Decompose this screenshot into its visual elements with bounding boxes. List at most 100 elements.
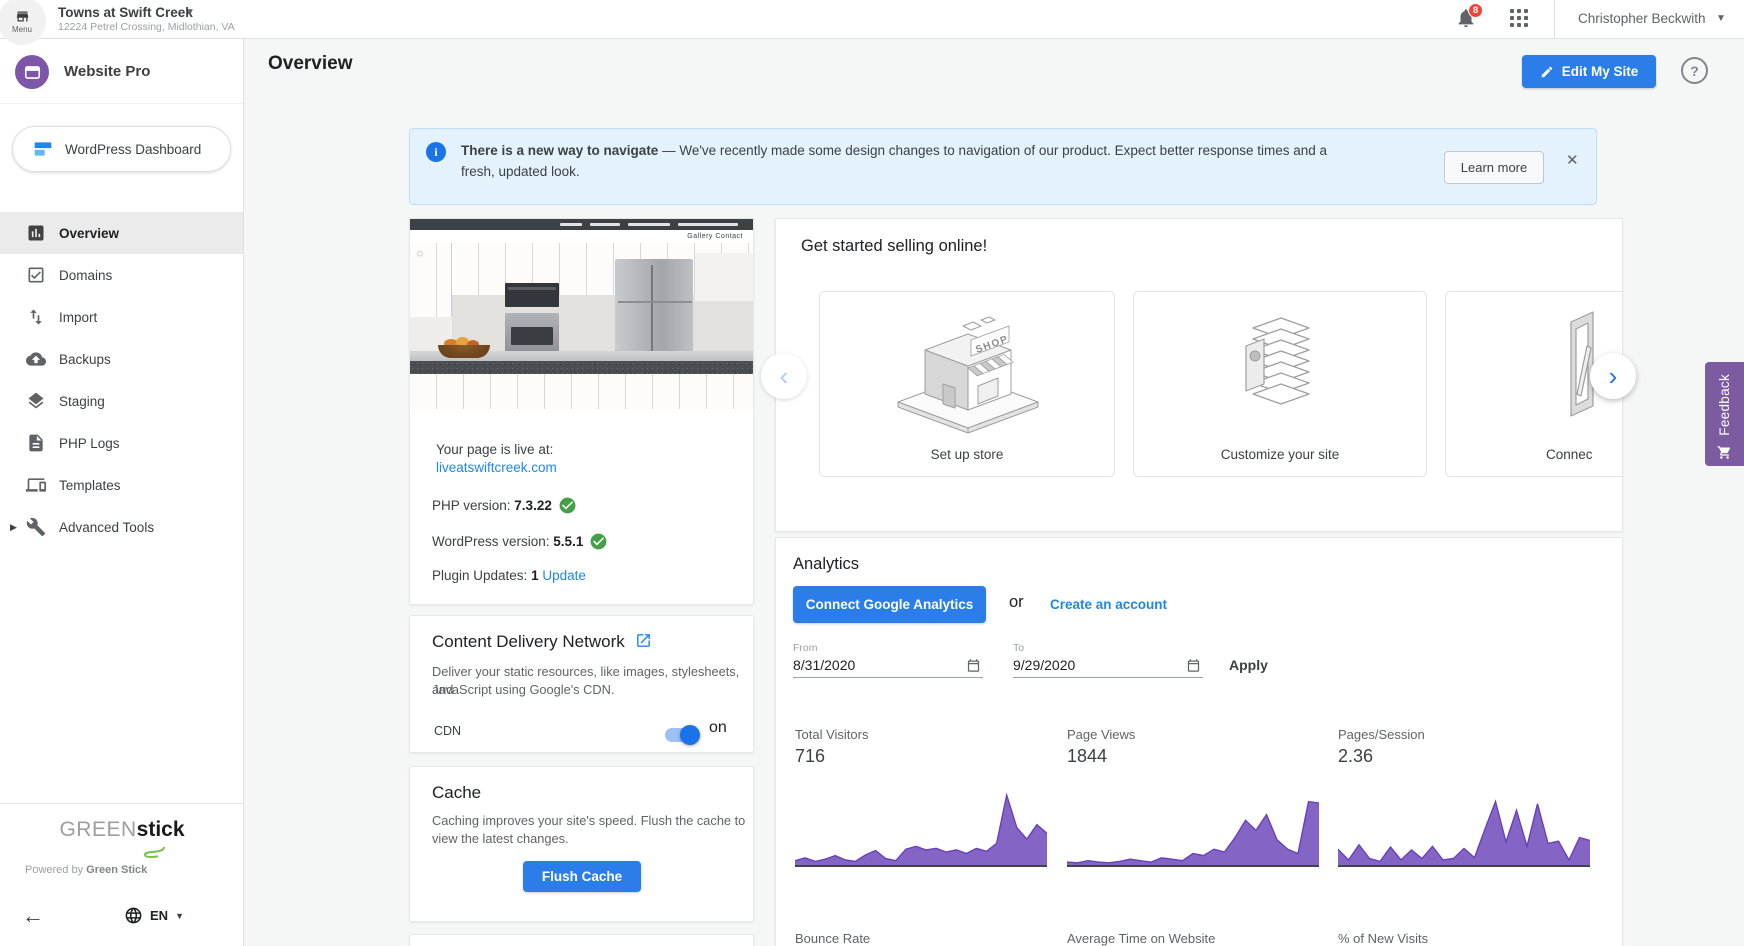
cdn-description-line2: JavaScript using Google's CDN. (432, 682, 615, 697)
site-caret-icon: ▼ (185, 7, 195, 18)
sidebar-item-import[interactable]: Import (0, 296, 243, 338)
sidebar-item-php-logs[interactable]: PHP Logs (0, 422, 243, 464)
menu-label: Menu (11, 24, 32, 34)
banner-close-icon[interactable]: ✕ (1566, 151, 1579, 169)
powered-by-brand: Green Stick (86, 864, 148, 876)
cdn-title: Content Delivery Network (432, 632, 652, 652)
stat-label: Page Views (1067, 727, 1136, 742)
php-version-row: PHP version: 7.3.22 (432, 496, 577, 515)
sidebar: Website Pro WordPress Dashboard Overview… (0, 0, 244, 946)
customize-illustration (1245, 317, 1310, 405)
help-button[interactable]: ? (1681, 57, 1708, 84)
to-date-field[interactable]: To 9/29/2020 (1013, 642, 1203, 678)
wordpress-version-row: WordPress version: 5.5.1 (432, 532, 608, 551)
from-date-field[interactable]: From 8/31/2020 (793, 642, 983, 678)
cart-icon (1717, 445, 1731, 459)
new-visits-label: % of New Visits (1338, 931, 1429, 946)
notification-badge: 8 (1468, 3, 1483, 18)
stat-value: 2.36 (1338, 746, 1374, 766)
stat-label: Pages/Session (1338, 727, 1425, 742)
connect-google-analytics-button[interactable]: Connect Google Analytics (793, 586, 986, 623)
carousel-next-button[interactable]: › (1590, 353, 1636, 399)
globe-icon (125, 907, 142, 924)
greenstick-logo-stick: stick (136, 818, 185, 841)
customize-site-card[interactable]: Customize your site (1133, 291, 1427, 477)
to-label: To (1013, 642, 1025, 654)
site-address: 12224 Petrel Crossing, Midlothian, VA (58, 21, 235, 33)
document-icon (29, 434, 43, 452)
live-site-link[interactable]: liveatswiftcreek.com (436, 460, 557, 475)
feedback-tab[interactable]: Feedback (1705, 362, 1744, 466)
wordpress-dashboard-button[interactable]: WordPress Dashboard (12, 126, 231, 172)
cdn-toggle-knob[interactable] (680, 725, 700, 745)
page-title: Overview (268, 53, 353, 74)
sidebar-item-label: Import (59, 309, 98, 325)
collapse-sidebar-button[interactable]: ← (22, 903, 44, 929)
sidebar-item-label: Overview (59, 225, 120, 241)
website-pro-dashboard: Towns at Swift Creek ▼ 12224 Petrel Cros… (0, 0, 1744, 946)
sidebar-item-label: Domains (59, 267, 113, 283)
sidebar-item-domains[interactable]: Domains (0, 254, 243, 296)
avg-time-label: Average Time on Website (1067, 931, 1216, 946)
site-status-card: ✦ Gallery Contact Your page is live at: … (409, 218, 754, 605)
preview-topbar (410, 219, 753, 230)
browser-window-icon (24, 65, 40, 79)
cloud-upload-icon (26, 352, 46, 366)
site-preview-thumbnail[interactable]: ✦ Gallery Contact (410, 219, 753, 409)
sidebar-item-overview[interactable]: Overview (0, 212, 243, 254)
bar-chart-icon (28, 225, 44, 241)
external-link-icon[interactable] (635, 632, 652, 649)
sidebar-item-label: Backups (59, 351, 111, 367)
from-value: 8/31/2020 (793, 657, 856, 673)
expand-arrow-icon: ▶ (10, 522, 17, 532)
banner-text: There is a new way to navigate — We've r… (461, 140, 1341, 182)
plugin-updates-row: Plugin Updates: 1 Update (432, 568, 586, 583)
site-name[interactable]: Towns at Swift Creek (58, 5, 193, 20)
apply-button[interactable]: Apply (1229, 657, 1268, 673)
notifications-button[interactable]: 8 (1455, 3, 1483, 33)
set-up-store-card[interactable]: SHOP Set up store (819, 291, 1115, 477)
carousel-prev-button[interactable]: ‹ (761, 353, 807, 399)
greenstick-swoosh-icon (144, 846, 165, 858)
sidebar-item-backups[interactable]: Backups (0, 338, 243, 380)
cdn-toggle-state: on (709, 719, 727, 736)
flush-cache-button[interactable]: Flush Cache (523, 861, 641, 892)
storefront-icon (16, 11, 28, 21)
language-caret-icon: ▼ (175, 910, 184, 921)
stat-value: 1844 (1067, 746, 1108, 766)
wordpress-version-value: 5.5.1 (553, 534, 584, 549)
brand-name: Website Pro (64, 63, 151, 80)
wordpress-dashboard-label: WordPress Dashboard (65, 141, 202, 157)
sidebar-item-staging[interactable]: Staging (0, 380, 243, 422)
learn-more-button[interactable]: Learn more (1444, 151, 1544, 184)
domain-check-icon (28, 267, 44, 283)
language-selector[interactable]: EN ▼ (124, 906, 184, 925)
pencil-icon (1541, 66, 1552, 77)
cache-description-line1: Caching improves your site's speed. Flus… (432, 813, 746, 828)
calendar-icon[interactable] (966, 658, 981, 673)
stat-label: Total Visitors (795, 727, 869, 742)
page-views-chart (1067, 800, 1319, 867)
calendar-icon[interactable] (1186, 658, 1201, 673)
banner-title: There is a new way to navigate (461, 143, 659, 158)
wrench-icon (26, 517, 46, 537)
sell-online-title: Get started selling online! (801, 237, 988, 255)
user-caret-icon: ▼ (1716, 13, 1726, 24)
stat-value: 716 (795, 746, 826, 766)
total-visitors-chart (795, 792, 1047, 867)
analytics-panel: Analytics Connect Google Analytics or Cr… (775, 537, 1623, 946)
edit-my-site-button[interactable]: Edit My Site (1522, 55, 1656, 88)
import-arrows-icon (30, 309, 42, 325)
sidebar-footer-divider (0, 803, 244, 804)
user-menu[interactable]: Christopher Beckwith (1578, 11, 1706, 26)
plugin-update-link[interactable]: Update (542, 568, 586, 583)
create-account-link[interactable]: Create an account (1050, 597, 1167, 612)
layers-icon (28, 392, 44, 409)
apps-grid-button[interactable] (1510, 9, 1528, 27)
live-at-label: Your page is live at: (436, 442, 554, 457)
sidebar-item-advanced-tools[interactable]: ▶ Advanced Tools (0, 506, 243, 548)
sell-online-panel: Get started selling online! SHOP Set up … (775, 218, 1623, 532)
sidebar-item-templates[interactable]: Templates (0, 464, 243, 506)
sell-card-label: Set up store (930, 447, 1004, 462)
powered-by-prefix: Powered by (25, 864, 87, 876)
